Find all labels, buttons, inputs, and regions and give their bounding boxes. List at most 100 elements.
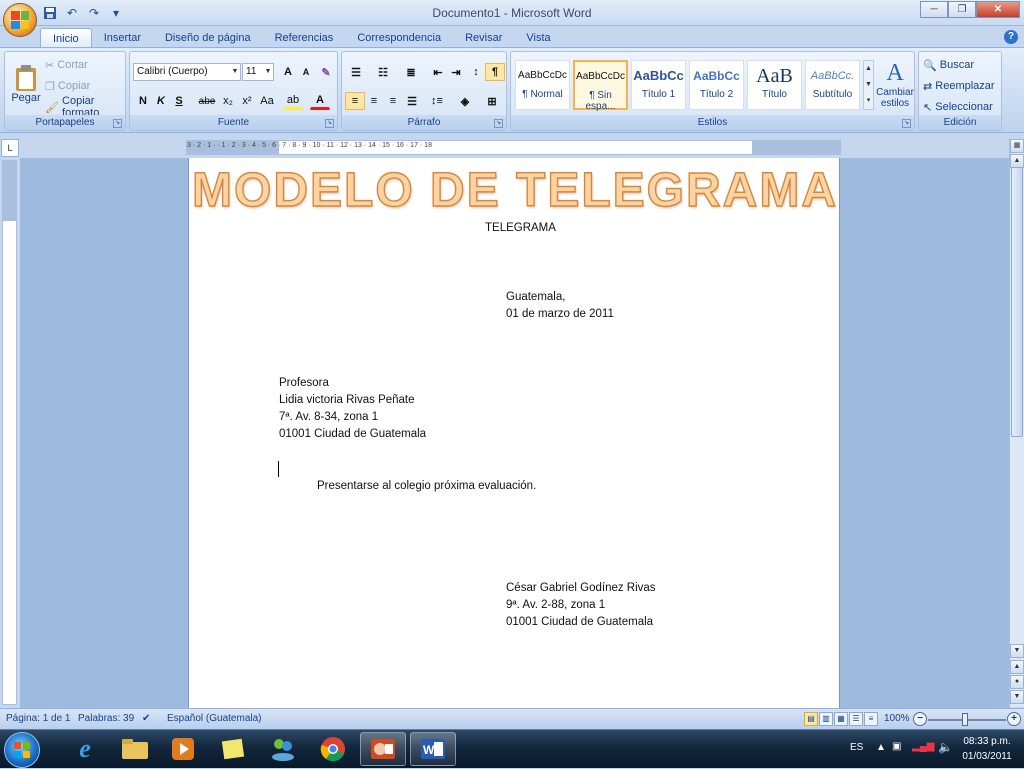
- strikethrough-button[interactable]: abe: [196, 92, 218, 110]
- scroll-down-button[interactable]: ▼: [1010, 644, 1024, 658]
- line-spacing-button[interactable]: ↕≡: [426, 92, 448, 110]
- powerpoint-icon[interactable]: [360, 732, 406, 766]
- style-heading-1[interactable]: AaBbCc Título 1: [631, 60, 686, 110]
- tab-vista[interactable]: Vista: [514, 28, 562, 48]
- customize-qat-button[interactable]: ▾: [108, 5, 124, 21]
- help-icon[interactable]: ?: [1004, 30, 1018, 44]
- web-layout-view-button[interactable]: ▦: [834, 712, 848, 726]
- style-subtitle[interactable]: AaBbCc. Subtítulo: [805, 60, 860, 110]
- cut-button[interactable]: ✂ Cortar: [45, 57, 88, 73]
- increase-indent-button[interactable]: ⇥: [446, 63, 466, 81]
- align-left-button[interactable]: ≡: [345, 92, 365, 110]
- format-painter-button[interactable]: 🖌 Copiar formato: [45, 95, 125, 119]
- page-count[interactable]: Página: 1 de 1: [6, 713, 71, 724]
- show-marks-button[interactable]: ¶: [485, 63, 505, 81]
- style-heading-2[interactable]: AaBbCc Título 2: [689, 60, 744, 110]
- browse-object-button[interactable]: ●: [1010, 675, 1024, 689]
- change-case-button[interactable]: Aa: [257, 92, 277, 110]
- clear-format-button[interactable]: ✎: [316, 63, 336, 81]
- draft-view-button[interactable]: ≡: [864, 712, 878, 726]
- align-center-button[interactable]: ≡: [364, 92, 384, 110]
- subscript-button[interactable]: x₂: [218, 92, 238, 110]
- save-button[interactable]: [42, 5, 58, 21]
- zoom-in-button[interactable]: +: [1007, 712, 1021, 726]
- highlight-button[interactable]: ab: [283, 92, 303, 110]
- paste-button[interactable]: Pegar: [9, 56, 43, 112]
- font-family-select[interactable]: Calibri (Cuerpo) ▼: [133, 63, 241, 81]
- vertical-ruler[interactable]: [2, 160, 17, 705]
- close-button[interactable]: ✕: [976, 1, 1020, 18]
- numbering-button[interactable]: ☷: [372, 63, 394, 81]
- outline-view-button[interactable]: ☰: [849, 712, 863, 726]
- find-button[interactable]: 🔍 Buscar: [923, 57, 974, 73]
- scroll-up-button[interactable]: ▲: [1010, 154, 1024, 168]
- tab-insertar[interactable]: Insertar: [92, 28, 153, 48]
- zoom-level[interactable]: 100%: [884, 713, 910, 724]
- office-button[interactable]: [3, 3, 37, 37]
- shrink-font-button[interactable]: A: [296, 63, 316, 81]
- change-styles-button[interactable]: A Cambiar estilos: [876, 56, 914, 112]
- full-screen-reading-view-button[interactable]: ▥: [819, 712, 833, 726]
- font-color-button[interactable]: A: [310, 92, 330, 110]
- file-explorer-icon[interactable]: [112, 732, 158, 766]
- copy-button[interactable]: ❐ Copiar: [45, 78, 90, 94]
- previous-page-button[interactable]: ▲: [1010, 660, 1024, 674]
- undo-button[interactable]: ↶: [64, 5, 80, 21]
- next-page-button[interactable]: ▼: [1010, 690, 1024, 704]
- media-player-icon[interactable]: [160, 732, 206, 766]
- internet-explorer-icon[interactable]: e: [62, 732, 108, 766]
- scroll-thumb[interactable]: [1011, 167, 1023, 437]
- start-button[interactable]: [4, 732, 40, 768]
- borders-button[interactable]: ⊞: [481, 92, 503, 110]
- style-title[interactable]: AaB Título: [747, 60, 802, 110]
- bold-button[interactable]: N: [133, 92, 153, 110]
- bullets-button[interactable]: ☰: [345, 63, 367, 81]
- style-normal[interactable]: AaBbCcDc ¶ Normal: [515, 60, 570, 110]
- styles-launcher-button[interactable]: ↘: [902, 119, 911, 128]
- shading-button[interactable]: ◈: [454, 92, 476, 110]
- tab-referencias[interactable]: Referencias: [263, 28, 346, 48]
- italic-button[interactable]: K: [151, 92, 171, 110]
- tab-correspondencia[interactable]: Correspondencia: [345, 28, 453, 48]
- zoom-out-button[interactable]: −: [913, 712, 927, 726]
- select-button[interactable]: ↖ Seleccionar: [923, 99, 993, 115]
- device-icon[interactable]: ▣: [892, 741, 901, 752]
- tab-inicio[interactable]: Inicio: [40, 28, 92, 48]
- replace-button[interactable]: ⇄ Reemplazar: [923, 78, 995, 94]
- clipboard-launcher-button[interactable]: ↘: [113, 119, 122, 128]
- ruler-toggle-button[interactable]: ▦: [1010, 139, 1024, 153]
- underline-button[interactable]: S: [169, 92, 189, 110]
- sort-button[interactable]: ↕: [466, 63, 486, 81]
- styles-scroll[interactable]: ▲ ▼ ▾: [863, 60, 874, 110]
- spellcheck-icon[interactable]: ✔: [142, 713, 150, 724]
- document-page[interactable]: MODELO DE TELEGRAMA TELEGRAMA Guatemala,…: [188, 158, 840, 708]
- print-layout-view-button[interactable]: ▤: [804, 712, 818, 726]
- network-icon[interactable]: ▂▄▆: [912, 741, 934, 752]
- align-right-button[interactable]: ≡: [383, 92, 403, 110]
- tab-selector-button[interactable]: L: [1, 139, 19, 157]
- word-icon[interactable]: W: [410, 732, 456, 766]
- zoom-slider-thumb[interactable]: [962, 713, 968, 726]
- grow-font-button[interactable]: A: [278, 63, 298, 81]
- maximize-button[interactable]: ❐: [948, 1, 976, 18]
- vertical-scrollbar[interactable]: ▦ ▲ ▼ ▲ ● ▼: [1009, 139, 1024, 707]
- decrease-indent-button[interactable]: ⇤: [428, 63, 448, 81]
- sticky-notes-icon[interactable]: [210, 732, 256, 766]
- superscript-button[interactable]: x²: [237, 92, 257, 110]
- font-size-select[interactable]: 11 ▼: [242, 63, 274, 81]
- horizontal-ruler[interactable]: 3 · 2 · 1 · · 1 · 2 · 3 · 4 · 5 · 6 · 7 …: [186, 140, 841, 155]
- multilevel-list-button[interactable]: ≣: [400, 63, 422, 81]
- word-count[interactable]: Palabras: 39: [78, 713, 134, 724]
- redo-button[interactable]: ↷: [86, 5, 102, 21]
- messenger-icon[interactable]: [260, 732, 306, 766]
- tab-diseno-de-pagina[interactable]: Diseño de página: [153, 28, 263, 48]
- clock-date[interactable]: 01/03/2011: [958, 751, 1016, 762]
- show-hidden-icons-button[interactable]: ▲: [876, 742, 886, 753]
- justify-button[interactable]: ☰: [402, 92, 422, 110]
- language-indicator[interactable]: ES: [850, 742, 863, 753]
- style-no-spacing[interactable]: AaBbCcDc ¶ Sin espa...: [573, 60, 628, 112]
- language-status[interactable]: Español (Guatemala): [167, 713, 262, 724]
- paragraph-launcher-button[interactable]: ↘: [494, 119, 503, 128]
- font-launcher-button[interactable]: ↘: [325, 119, 334, 128]
- chrome-icon[interactable]: [310, 732, 356, 766]
